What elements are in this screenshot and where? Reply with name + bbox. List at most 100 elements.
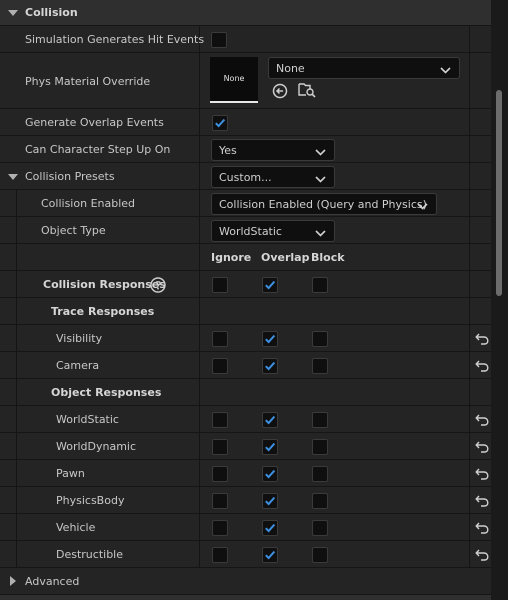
combo-value: Yes (219, 144, 237, 157)
overlap-checkbox[interactable] (262, 520, 278, 536)
ignore-all-checkbox[interactable] (212, 277, 228, 293)
trace-responses-header: Trace Responses (0, 298, 491, 325)
reset-arrow-icon[interactable] (475, 468, 489, 483)
response-row: Vehicle (0, 514, 491, 541)
reset-arrow-icon[interactable] (475, 333, 489, 348)
property-row-phys-material: Phys Material Override None None (0, 53, 491, 109)
block-checkbox[interactable] (312, 331, 328, 347)
thumbnail-label: None (223, 74, 245, 83)
property-label: Collision Enabled (41, 197, 136, 210)
next-category-strip (0, 595, 491, 600)
object-type-combo[interactable]: WorldStatic (211, 220, 335, 242)
combo-value: None (276, 62, 305, 75)
chevron-down-icon (315, 227, 326, 240)
property-row-overlap-events: Generate Overlap Events (0, 109, 491, 136)
collapse-icon[interactable] (8, 174, 18, 180)
reset-arrow-icon[interactable] (475, 522, 489, 537)
overlap-checkbox[interactable] (262, 412, 278, 428)
ignore-checkbox[interactable] (212, 520, 228, 536)
asset-thumbnail[interactable]: None (210, 57, 258, 103)
property-row-collision-presets[interactable]: Collision Presets Custom... (0, 163, 491, 190)
reset-arrow-icon[interactable] (475, 495, 489, 510)
ignore-checkbox[interactable] (212, 547, 228, 563)
reset-arrow-icon[interactable] (475, 549, 489, 564)
chevron-down-icon (440, 64, 451, 77)
ignore-checkbox[interactable] (212, 466, 228, 482)
chevron-down-icon (315, 146, 326, 159)
overlap-events-checkbox[interactable] (212, 115, 228, 131)
scrollbar-thumb[interactable] (496, 90, 502, 296)
step-up-combo[interactable]: Yes (211, 139, 335, 161)
sim-hit-checkbox[interactable] (211, 32, 227, 48)
folder-search-icon[interactable] (298, 82, 316, 101)
channel-label: WorldStatic (56, 413, 119, 426)
expand-icon[interactable] (10, 576, 16, 586)
ignore-checkbox[interactable] (212, 331, 228, 347)
collapse-icon[interactable] (8, 10, 18, 16)
arrow-left-circle-icon[interactable] (272, 83, 288, 102)
overlap-checkbox[interactable] (262, 439, 278, 455)
response-row: Pawn (0, 460, 491, 487)
group-label: Object Responses (51, 386, 162, 399)
overlap-checkbox[interactable] (262, 331, 278, 347)
block-checkbox[interactable] (312, 439, 328, 455)
response-row: Destructible (0, 541, 491, 568)
block-checkbox[interactable] (312, 520, 328, 536)
response-column-header: Ignore Overlap Block (0, 244, 491, 271)
property-label: Collision Responses (43, 278, 166, 291)
category-header-collision[interactable]: Collision (0, 0, 491, 26)
ignore-checkbox[interactable] (212, 358, 228, 374)
property-row-sim-hit: Simulation Generates Hit Events (0, 26, 491, 53)
block-checkbox[interactable] (312, 466, 328, 482)
channel-label: Destructible (56, 548, 123, 561)
advanced-label: Advanced (25, 575, 80, 588)
overlap-all-checkbox[interactable] (262, 277, 278, 293)
column-header-overlap: Overlap (261, 251, 310, 264)
reset-arrow-icon[interactable] (475, 360, 489, 375)
ignore-checkbox[interactable] (212, 493, 228, 509)
phys-material-combo[interactable]: None (268, 57, 460, 79)
ignore-checkbox[interactable] (212, 412, 228, 428)
overlap-checkbox[interactable] (262, 493, 278, 509)
property-label: Simulation Generates Hit Events (25, 33, 205, 46)
property-row-step-up: Can Character Step Up On Yes (0, 136, 491, 163)
property-row-object-type: Object Type WorldStatic (0, 217, 491, 244)
property-label: Collision Presets (25, 170, 115, 183)
collision-enabled-combo[interactable]: Collision Enabled (Query and Physics) (211, 193, 437, 215)
question-circle-icon[interactable] (150, 277, 166, 296)
overlap-checkbox[interactable] (262, 466, 278, 482)
column-header-ignore: Ignore (211, 251, 252, 264)
block-checkbox[interactable] (312, 358, 328, 374)
block-checkbox[interactable] (312, 493, 328, 509)
object-responses-header: Object Responses (0, 379, 491, 406)
category-row-advanced[interactable]: Advanced (0, 568, 491, 595)
property-row-collision-responses: Collision Responses (0, 271, 491, 298)
property-label: Can Character Step Up On (25, 143, 171, 156)
overlap-checkbox[interactable] (262, 358, 278, 374)
reset-arrow-icon[interactable] (475, 441, 489, 456)
channel-label: Camera (56, 359, 100, 372)
response-row: WorldDynamic (0, 433, 491, 460)
property-label: Phys Material Override (25, 75, 151, 88)
overlap-checkbox[interactable] (262, 547, 278, 563)
combo-value: WorldStatic (219, 225, 282, 238)
channel-label: PhysicsBody (56, 494, 125, 507)
chevron-down-icon (315, 173, 326, 186)
response-row: Camera (0, 352, 491, 379)
ignore-checkbox[interactable] (212, 439, 228, 455)
channel-label: WorldDynamic (56, 440, 137, 453)
block-checkbox[interactable] (312, 412, 328, 428)
block-all-checkbox[interactable] (312, 277, 328, 293)
category-title: Collision (25, 6, 78, 19)
property-label: Object Type (41, 224, 106, 237)
collision-presets-combo[interactable]: Custom... (211, 166, 335, 188)
property-label: Generate Overlap Events (25, 116, 164, 129)
channel-label: Pawn (56, 467, 85, 480)
reset-arrow-icon[interactable] (475, 414, 489, 429)
column-header-block: Block (311, 251, 345, 264)
combo-value: Custom... (219, 171, 272, 184)
channel-label: Visibility (56, 332, 103, 345)
response-row: WorldStatic (0, 406, 491, 433)
chevron-down-icon (417, 200, 428, 213)
block-checkbox[interactable] (312, 547, 328, 563)
